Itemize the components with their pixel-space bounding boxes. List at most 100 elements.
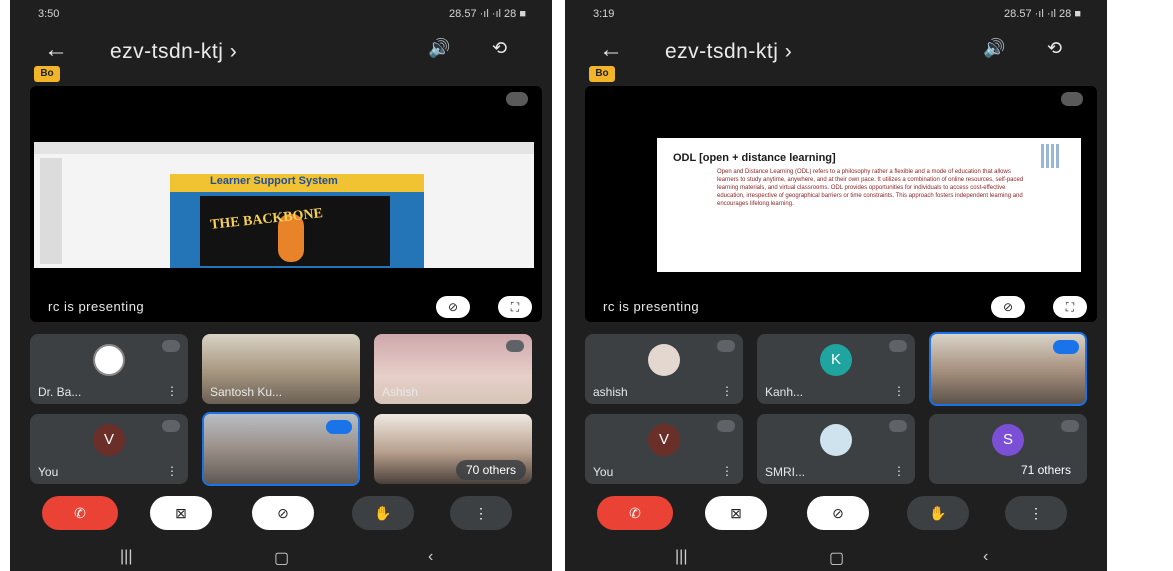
- mic-off-icon: [162, 340, 180, 352]
- presentation-mute-button[interactable]: ⊘: [436, 296, 470, 318]
- more-options-icon[interactable]: ⋮: [166, 384, 178, 398]
- camera-off-icon[interactable]: ⊠: [705, 496, 767, 530]
- app-toolbar: [34, 142, 534, 154]
- system-nav-bar: ||| ▢ ‹: [565, 546, 1107, 571]
- participant-tile[interactable]: SMRI... ⋮: [757, 414, 915, 484]
- participant-tile[interactable]: K Kanh... ⋮: [757, 334, 915, 404]
- back-arrow-icon[interactable]: ←: [44, 36, 68, 64]
- home-icon[interactable]: ▢: [274, 548, 289, 568]
- more-options-button[interactable]: ⋮: [450, 496, 512, 530]
- more-options-icon[interactable]: ⋮: [721, 464, 733, 478]
- participant-name: SMRI...: [765, 465, 806, 479]
- speaker-icon[interactable]: 🔊: [983, 38, 1005, 59]
- participant-tile[interactable]: ashish ⋮: [585, 334, 743, 404]
- presentation-view[interactable]: Learner Support System THE BACKBONE rc i…: [30, 86, 542, 322]
- others-count-badge[interactable]: 70 others: [455, 460, 526, 480]
- participant-tile[interactable]: S 71 others: [929, 414, 1087, 484]
- participant-tile-speaking[interactable]: [929, 332, 1087, 406]
- status-time: 3:50: [38, 8, 60, 20]
- recent-apps-icon[interactable]: |||: [675, 548, 687, 566]
- avatar: K: [820, 344, 852, 376]
- more-options-icon[interactable]: ⋮: [721, 384, 733, 398]
- mic-off-icon: [717, 340, 735, 352]
- avatar: V: [93, 424, 125, 456]
- recording-badge: Bo: [34, 66, 60, 82]
- participant-tile-speaking[interactable]: [202, 412, 360, 486]
- avatar: V: [648, 424, 680, 456]
- mic-off-icon: [1061, 92, 1083, 106]
- participant-name: You: [593, 465, 614, 479]
- mic-off-icon: [889, 340, 907, 352]
- mic-off-button[interactable]: ⊘: [252, 496, 314, 530]
- recent-apps-icon[interactable]: |||: [120, 548, 132, 566]
- presentation-view[interactable]: ODL [open + distance learning] Open and …: [585, 86, 1097, 322]
- participant-name: Ashish: [382, 385, 419, 399]
- speaking-indicator-icon: [326, 420, 352, 434]
- meeting-top-bar: ← ezv-tsdn-ktj › 🔊 ⟲: [565, 30, 1107, 70]
- participant-tile[interactable]: Santosh Ku...: [202, 334, 360, 404]
- mic-off-icon: [1061, 420, 1079, 432]
- back-nav-icon[interactable]: ‹: [983, 548, 988, 566]
- camera-off-icon[interactable]: ⊠: [150, 496, 212, 530]
- participant-tile[interactable]: Ashish: [374, 334, 532, 404]
- slide-heading: Learner Support System: [210, 175, 338, 187]
- recording-badge: Bo: [589, 66, 615, 82]
- avatar: [648, 344, 680, 376]
- switch-camera-icon[interactable]: ⟲: [492, 38, 507, 59]
- more-options-icon[interactable]: ⋮: [166, 464, 178, 478]
- speaking-indicator-icon: [1053, 340, 1079, 354]
- phone-screen-right: 3:19 28.57 ·ıl ·ıl 28 ■ ← ezv-tsdn-ktj ›…: [565, 0, 1107, 571]
- switch-camera-icon[interactable]: ⟲: [1047, 38, 1062, 59]
- raise-hand-button[interactable]: ✋: [907, 496, 969, 530]
- more-options-icon[interactable]: ⋮: [893, 464, 905, 478]
- end-call-button[interactable]: ✆: [597, 496, 673, 530]
- back-arrow-icon[interactable]: ←: [599, 36, 623, 64]
- system-nav-bar: ||| ▢ ‹: [10, 546, 552, 571]
- shared-slide: ODL [open + distance learning] Open and …: [657, 138, 1081, 272]
- participant-name: Dr. Ba...: [38, 385, 82, 399]
- mic-off-button[interactable]: ⊘: [807, 496, 869, 530]
- status-bar: 3:50 28.57 ·ıl ·ıl 28 ■: [10, 6, 552, 24]
- speaker-icon[interactable]: 🔊: [428, 38, 450, 59]
- end-call-button[interactable]: ✆: [42, 496, 118, 530]
- participant-name: Santosh Ku...: [210, 385, 283, 399]
- presentation-mute-button[interactable]: ⊘: [991, 296, 1025, 318]
- meeting-code[interactable]: ezv-tsdn-ktj ›: [110, 40, 237, 64]
- home-icon[interactable]: ▢: [829, 548, 844, 568]
- participant-tile-self[interactable]: V You ⋮: [585, 414, 743, 484]
- slide-thumbnails: [40, 158, 62, 264]
- call-controls: ✆ ⊠ ⊘ ✋ ⋮: [10, 496, 552, 536]
- participant-name: You: [38, 465, 59, 479]
- participant-name: Kanh...: [765, 385, 804, 399]
- shared-screen: Learner Support System THE BACKBONE: [34, 142, 534, 268]
- fullscreen-button[interactable]: ⛶: [1053, 296, 1087, 318]
- call-controls: ✆ ⊠ ⊘ ✋ ⋮: [565, 496, 1107, 536]
- raise-hand-button[interactable]: ✋: [352, 496, 414, 530]
- phone-screen-left: 3:50 28.57 ·ıl ·ıl 28 ■ ← ezv-tsdn-ktj ›…: [10, 0, 552, 571]
- mic-off-icon: [506, 92, 528, 106]
- mic-off-icon: [889, 420, 907, 432]
- meeting-code[interactable]: ezv-tsdn-ktj ›: [665, 40, 792, 64]
- mic-off-icon: [717, 420, 735, 432]
- back-nav-icon[interactable]: ‹: [428, 548, 433, 566]
- mic-off-icon: [162, 420, 180, 432]
- others-count-badge[interactable]: 71 others: [1010, 460, 1081, 480]
- more-options-icon[interactable]: ⋮: [893, 384, 905, 398]
- participant-tile[interactable]: Dr. Ba... ⋮: [30, 334, 188, 404]
- more-options-button[interactable]: ⋮: [1005, 496, 1067, 530]
- slide-banner-text: THE BACKBONE: [209, 206, 324, 233]
- presenting-label: rc is presenting: [603, 299, 700, 314]
- mic-off-icon: [506, 340, 524, 352]
- status-time: 3:19: [593, 8, 615, 20]
- slide-image: Learner Support System THE BACKBONE: [170, 174, 424, 268]
- status-bar: 3:19 28.57 ·ıl ·ıl 28 ■: [565, 6, 1107, 24]
- fullscreen-button[interactable]: ⛶: [498, 296, 532, 318]
- participant-tile[interactable]: 70 others: [374, 414, 532, 484]
- status-indicators: 28.57 ·ıl ·ıl 28 ■: [1004, 8, 1081, 20]
- status-indicators: 28.57 ·ıl ·ıl 28 ■: [449, 8, 526, 20]
- avatar: S: [992, 424, 1024, 456]
- participant-tile-self[interactable]: V You ⋮: [30, 414, 188, 484]
- slide-body-text: Open and Distance Learning (ODL) refers …: [717, 169, 1024, 207]
- slide-photo: THE BACKBONE: [200, 196, 390, 266]
- meeting-top-bar: ← ezv-tsdn-ktj › 🔊 ⟲: [10, 30, 552, 70]
